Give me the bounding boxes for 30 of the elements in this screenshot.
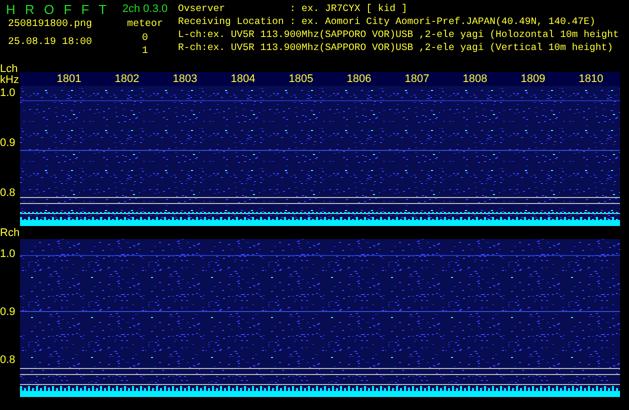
info-line: Receiving Location : ex. Aomori City Aomori-Pref.JAPAN(40.49N, 140.47E) xyxy=(178,15,596,28)
meteor-label: meteor xyxy=(126,18,163,32)
x-axis-label: 1802 xyxy=(114,72,140,86)
info-line: R-ch:ex. UV5R 113.900Mhz(SAPPORO VOR)USB ,2-ele yagi (Vertical 10m height) xyxy=(178,41,614,54)
channel-label: Rch xyxy=(0,228,20,239)
x-axis-label: 1807 xyxy=(404,72,430,86)
x-axis-label: 1810 xyxy=(578,72,604,86)
info-line: Ovserver : ex. JR7CYX [ kid ] xyxy=(178,2,408,15)
x-axis-label: 1809 xyxy=(520,72,546,86)
meteor-count: 1 xyxy=(142,45,148,58)
app-title: H R O F F T xyxy=(5,2,110,17)
y-axis-label: 0.8 xyxy=(0,355,16,366)
x-axis-label: 1805 xyxy=(288,72,314,86)
info-line: L-ch:ex. UV5R 113.900Mhz(SAPPORO VOR)USB ,2-ele yagi (Holozontal 10m height xyxy=(178,28,619,41)
x-axis-label: 1808 xyxy=(462,72,488,86)
x-axis-label: 1804 xyxy=(230,72,256,86)
x-axis-label: 1801 xyxy=(56,72,82,86)
file-name: 2508191800.png xyxy=(7,18,92,32)
version-label: 2ch 0.3.0 xyxy=(122,2,168,17)
channel-label: Lch xyxy=(0,64,19,75)
y-axis-label: 0.9 xyxy=(0,307,16,318)
y-axis-label: 0.8 xyxy=(0,188,16,199)
unit-label: kHz xyxy=(0,75,20,86)
meteor-count: 0 xyxy=(142,32,148,45)
x-axis-label: 1803 xyxy=(172,72,198,86)
y-axis-label: 1.0 xyxy=(0,88,16,99)
y-axis-label: 0.9 xyxy=(0,138,16,149)
x-axis-label: 1806 xyxy=(346,72,372,86)
timestamp: 25.08.19 18:00 xyxy=(7,36,92,50)
y-axis-label: 1.0 xyxy=(0,249,16,260)
